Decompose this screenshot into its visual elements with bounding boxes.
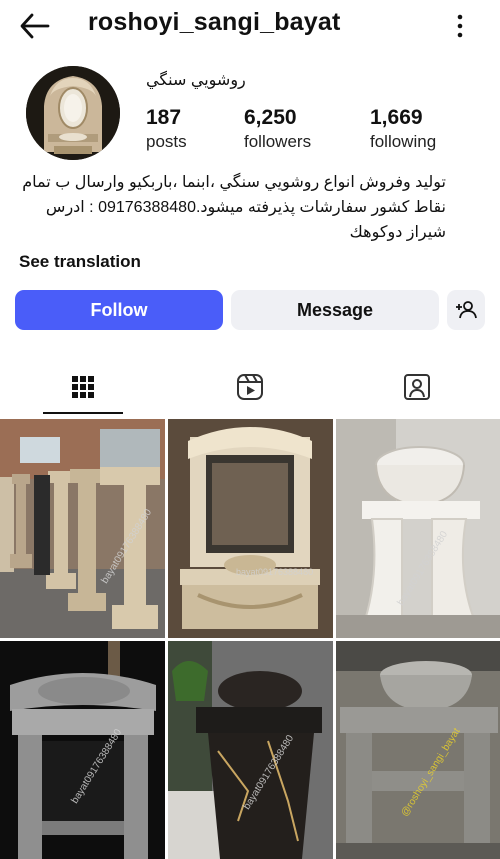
stat-followers[interactable]: 6,250 followers [244,106,311,154]
see-translation-link[interactable]: See translation [19,252,141,272]
stat-following-value: 1,669 [370,106,423,129]
reels-icon [237,374,263,400]
post-thumbnail[interactable]: bayat09176388480 [0,419,165,638]
post-thumbnail[interactable]: bayat09176388480 [168,641,333,859]
more-vertical-icon[interactable] [450,12,470,40]
profile-tabs [0,360,500,416]
person-add-icon [456,301,477,319]
bio-line: نقاط کشور سفارشات پذيرفته ميشود.09176388… [45,199,446,216]
active-tab-indicator [43,412,123,414]
add-user-button[interactable] [447,290,485,330]
display-name: روشويي سنگي [146,72,246,89]
bio-line: توليد وفروش انواع روشويي سنگي ،ابنما ،با… [22,174,446,191]
stat-posts-value: 187 [146,106,182,129]
stat-posts[interactable]: 187 posts [146,106,187,154]
top-bar: roshoyi_sangi_bayat [0,0,500,52]
tab-reels[interactable] [210,360,290,414]
username-title: roshoyi_sangi_bayat [88,8,341,36]
stat-following[interactable]: 1,669 following [370,106,436,154]
stat-posts-label: posts [146,132,187,151]
follow-button[interactable]: Follow [15,290,223,330]
tagged-user-icon [404,374,430,400]
bio: توليد وفروش انواع روشويي سنگي ،ابنما ،با… [16,170,446,245]
grid-icon [72,376,94,398]
post-thumbnail[interactable]: bayat09176388480 [168,419,333,638]
tab-grid[interactable] [43,360,123,414]
arrow-left-icon[interactable] [18,10,52,42]
posts-grid: bayat09176388480 bayat09176388480 bayat0… [0,419,500,859]
post-thumbnail[interactable]: @roshoyi_sangi_bayat [336,641,500,859]
bio-line: شيراز دوكوهك [349,224,446,241]
tab-tagged[interactable] [377,360,457,414]
post-thumbnail[interactable]: bayat09176388480 [0,641,165,859]
stat-followers-value: 6,250 [244,106,297,129]
stat-followers-label: followers [244,132,312,151]
post-thumbnail[interactable]: bayat09176388480 [336,419,500,638]
message-button[interactable]: Message [231,290,439,330]
post-watermark: bayat09176388480 [236,567,314,577]
avatar[interactable] [26,66,120,160]
stat-following-label: following [370,132,437,151]
